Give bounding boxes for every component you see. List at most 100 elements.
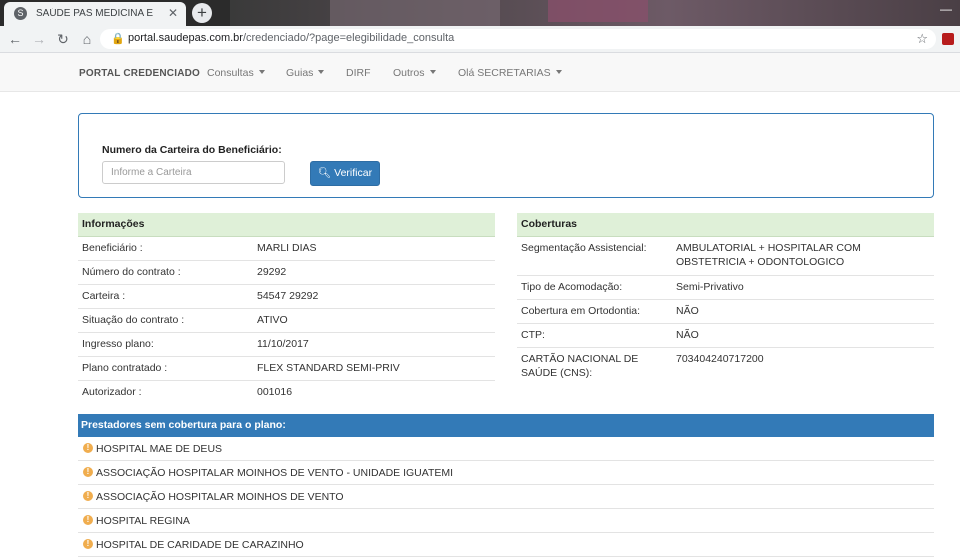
coberturas-header: Coberturas <box>517 213 934 237</box>
informacoes-header: Informações <box>78 213 495 237</box>
browser-toolbar: ← → ↻ ⌂ 🔒 portal.saudepas.com.br/credenc… <box>0 26 960 53</box>
row-key: Segmentação Assistencial: <box>521 242 647 254</box>
browser-tab-bar: S SAÚDE PAS MEDICINA E ODONT ✕ + — <box>0 0 960 26</box>
caret-down-icon <box>555 70 562 74</box>
warning-icon: ! <box>83 443 93 453</box>
warning-icon: ! <box>83 491 93 501</box>
coberturas-table: Coberturas Segmentação Assistencial: AMB… <box>517 213 934 384</box>
row-value: AMBULATORIAL + HOSPITALAR COM OBSTETRICI… <box>676 242 861 268</box>
row-value: Semi-Privativo <box>676 281 744 293</box>
tab-bar-background <box>330 0 500 26</box>
url-path: /credenciado/?page=elegibilidade_consult… <box>242 32 455 44</box>
table-row: Beneficiário : MARLI DIAS <box>78 237 495 261</box>
site-favicon-icon: S <box>14 7 27 20</box>
table-row: Ingresso plano: 11/10/2017 <box>78 333 495 357</box>
nav-item-user-menu[interactable]: Olá SECRETARIAS <box>458 67 562 79</box>
caret-down-icon <box>258 70 265 74</box>
row-key: Tipo de Acomodação: <box>521 281 623 293</box>
table-row: Tipo de Acomodação: Semi-Privativo <box>517 276 934 300</box>
new-tab-button[interactable]: + <box>192 3 212 23</box>
list-item: ! HOSPITAL REGINA <box>78 509 934 533</box>
verificar-button[interactable]: 🔍︎ Verificar <box>310 161 380 186</box>
address-bar[interactable]: 🔒 portal.saudepas.com.br/credenciado/?pa… <box>100 29 936 49</box>
nav-item-label: Guias <box>286 67 314 79</box>
informacoes-table: Informações Beneficiário : MARLI DIAS Nú… <box>78 213 495 404</box>
row-value: NÃO <box>676 329 699 341</box>
nav-item-outros[interactable]: Outros <box>393 67 436 79</box>
window-controls[interactable]: — <box>940 2 952 16</box>
list-item: ! HOSPITAL MAE DE DEUS <box>78 437 934 461</box>
row-key: Cobertura em Ortodontia: <box>521 305 641 317</box>
site-navbar: PORTAL CREDENCIADO Consultas Guias DIRF … <box>0 53 960 92</box>
nav-item-consultas[interactable]: Consultas <box>207 67 265 79</box>
nav-item-label: Olá SECRETARIAS <box>458 67 551 79</box>
row-key: Carteira : <box>82 290 126 302</box>
row-value: 001016 <box>257 386 293 398</box>
table-row: Carteira : 54547 29292 <box>78 285 495 309</box>
row-value: NÃO <box>676 305 699 317</box>
prestadores-header: Prestadores sem cobertura para o plano: <box>78 414 934 437</box>
row-key: Situação do contrato : <box>82 314 185 326</box>
warning-icon: ! <box>83 467 93 477</box>
prestador-name: HOSPITAL REGINA <box>96 515 190 527</box>
search-panel: Numero da Carteira do Beneficiário: 🔍︎ V… <box>78 113 934 198</box>
nav-item-label: Outros <box>393 67 425 79</box>
row-key: Beneficiário : <box>82 242 143 254</box>
list-item: ! ASSOCIAÇÃO HOSPITALAR MOINHOS DE VENTO <box>78 485 934 509</box>
url-text: portal.saudepas.com.br/credenciado/?page… <box>128 32 454 44</box>
nav-item-label: Consultas <box>207 67 254 79</box>
verificar-label: Verificar <box>334 167 373 179</box>
back-arrow-icon[interactable]: ← <box>6 30 24 48</box>
row-value: 29292 <box>257 266 287 278</box>
bookmark-star-icon[interactable]: ☆ <box>916 31 928 47</box>
row-value: 54547 29292 <box>257 290 319 302</box>
home-icon[interactable]: ⌂ <box>78 30 96 48</box>
table-row: Situação do contrato : ATIVO <box>78 309 495 333</box>
table-row: Autorizador : 001016 <box>78 381 495 404</box>
nav-item-guias[interactable]: Guias <box>286 67 325 79</box>
row-key: Número do contrato : <box>82 266 181 278</box>
prestador-name: ASSOCIAÇÃO HOSPITALAR MOINHOS DE VENTO -… <box>96 467 454 479</box>
carteira-label: Numero da Carteira do Beneficiário: <box>102 144 282 156</box>
row-key: Plano contratado : <box>82 362 168 374</box>
list-item: ! ASSOCIAÇÃO HOSPITALAR MOINHOS DE VENTO… <box>78 461 934 485</box>
prestador-name: HOSPITAL DE CARIDADE DE CARAZINHO <box>96 539 304 551</box>
search-icon: 🔍︎ <box>317 167 332 179</box>
prestador-name: HOSPITAL MAE DE DEUS <box>96 443 223 455</box>
browser-tab[interactable]: S SAÚDE PAS MEDICINA E ODONT ✕ <box>4 2 186 26</box>
row-value: FLEX STANDARD SEMI-PRIV <box>257 362 400 374</box>
warning-icon: ! <box>83 539 93 549</box>
nav-item-dirf[interactable]: DIRF <box>346 67 371 79</box>
carteira-input[interactable] <box>102 161 285 184</box>
prestador-name: ASSOCIAÇÃO HOSPITALAR MOINHOS DE VENTO <box>96 491 344 503</box>
forward-arrow-icon[interactable]: → <box>30 30 48 48</box>
table-row: CARTÃO NACIONAL DE SAÚDE (CNS): 70340424… <box>517 348 934 384</box>
row-key: CTP: <box>521 329 545 341</box>
tab-title: SAÚDE PAS MEDICINA E ODONT <box>36 8 156 19</box>
close-tab-icon[interactable]: ✕ <box>168 6 178 20</box>
tab-bar-background <box>548 0 648 22</box>
navbar-brand[interactable]: PORTAL CREDENCIADO <box>79 68 200 79</box>
url-host: portal.saudepas.com.br <box>128 32 243 44</box>
table-row: Número do contrato : 29292 <box>78 261 495 285</box>
row-key: CARTÃO NACIONAL DE SAÚDE (CNS): <box>521 353 639 379</box>
table-row: CTP: NÃO <box>517 324 934 348</box>
row-value: 703404240717200 <box>676 353 764 365</box>
table-row: Plano contratado : FLEX STANDARD SEMI-PR… <box>78 357 495 381</box>
caret-down-icon <box>429 70 436 74</box>
list-item: ! HOSPITAL DE CARIDADE DE CARAZINHO <box>78 533 934 557</box>
caret-down-icon <box>318 70 325 74</box>
row-value: ATIVO <box>257 314 288 326</box>
pdf-extension-icon[interactable] <box>942 33 954 45</box>
prestadores-table: Prestadores sem cobertura para o plano: … <box>78 414 934 557</box>
row-key: Autorizador : <box>82 386 142 398</box>
row-value: 11/10/2017 <box>257 338 309 350</box>
lock-icon: 🔒 <box>111 33 125 45</box>
nav-item-label: DIRF <box>346 67 371 79</box>
reload-icon[interactable]: ↻ <box>54 30 72 48</box>
table-row: Cobertura em Ortodontia: NÃO <box>517 300 934 324</box>
table-row: Segmentação Assistencial: AMBULATORIAL +… <box>517 237 934 276</box>
row-key: Ingresso plano: <box>82 338 154 350</box>
row-value: MARLI DIAS <box>257 242 317 254</box>
warning-icon: ! <box>83 515 93 525</box>
